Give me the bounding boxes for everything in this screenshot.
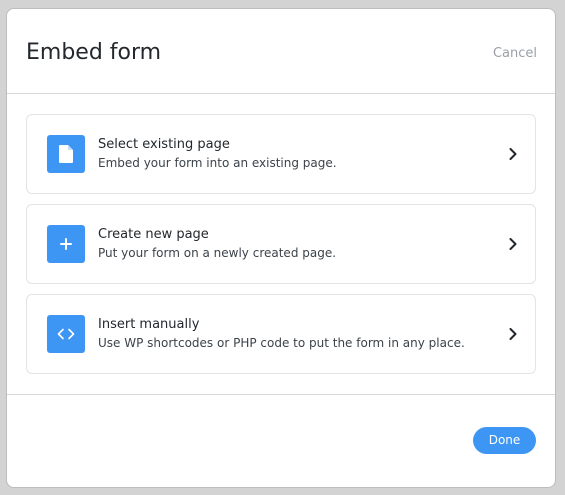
option-title: Select existing page <box>98 137 230 152</box>
option-description: Embed your form into an existing page. <box>98 156 337 170</box>
plus-icon <box>47 225 85 263</box>
option-create-new-page[interactable]: Create new page Put your form on a newly… <box>26 204 536 284</box>
embed-options-list: Select existing page Embed your form int… <box>26 114 536 384</box>
chevron-right-icon <box>506 326 520 342</box>
document-icon <box>47 135 85 173</box>
chevron-right-icon <box>506 236 520 252</box>
modal-title: Embed form <box>26 40 162 65</box>
option-insert-manually[interactable]: Insert manually Use WP shortcodes or PHP… <box>26 294 536 374</box>
option-title: Create new page <box>98 227 209 242</box>
option-description: Use WP shortcodes or PHP code to put the… <box>98 336 465 350</box>
done-button[interactable]: Done <box>473 427 536 454</box>
option-select-existing-page[interactable]: Select existing page Embed your form int… <box>26 114 536 194</box>
option-description: Put your form on a newly created page. <box>98 246 337 260</box>
modal-header: Embed form Cancel <box>7 9 555 94</box>
embed-form-modal: Embed form Cancel Select existing page E… <box>6 8 556 488</box>
modal-footer: Done <box>7 394 555 487</box>
cancel-button[interactable]: Cancel <box>493 45 537 63</box>
code-icon <box>47 315 85 353</box>
chevron-right-icon <box>506 146 520 162</box>
option-title: Insert manually <box>98 317 200 332</box>
